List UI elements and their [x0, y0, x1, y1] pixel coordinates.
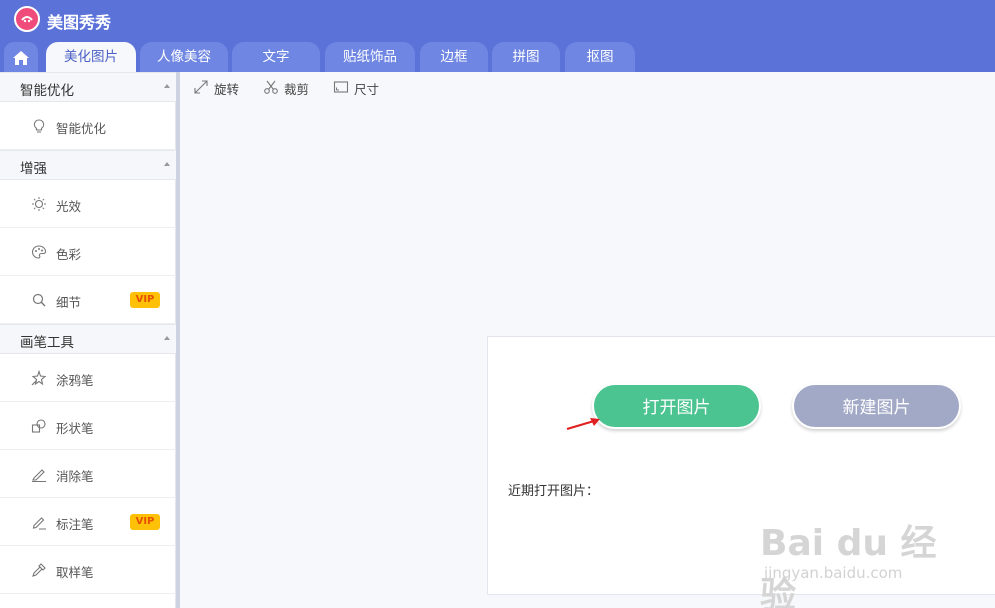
- sidebar-item-label: 涂鸦笔: [56, 373, 94, 388]
- home-icon: [13, 51, 29, 65]
- sidebar-item-doodle-pen[interactable]: 涂鸦笔: [0, 354, 176, 402]
- sidebar-item-label: 取样笔: [56, 565, 94, 580]
- home-tab[interactable]: [4, 42, 38, 72]
- palette-icon: [31, 245, 47, 259]
- baidu-jingyan-watermark: Bai du 经验 jingyan.baidu.com: [760, 500, 960, 608]
- sidebar-item-light[interactable]: 光效: [0, 180, 176, 228]
- tab-collage[interactable]: 拼图: [492, 42, 560, 72]
- recent-images-label: 近期打开图片：: [508, 484, 600, 499]
- crop-button[interactable]: 裁剪: [263, 78, 313, 97]
- sidebar-item-label: 标注笔: [56, 517, 94, 532]
- bulb-icon: [33, 119, 45, 133]
- sidebar-item-label: 消除笔: [56, 469, 94, 484]
- new-image-button[interactable]: 新建图片: [792, 383, 961, 429]
- rotate-label: 旋转: [214, 82, 240, 97]
- size-button[interactable]: 尺寸: [333, 78, 383, 97]
- sidebar-item-smart-optimize[interactable]: 智能优化: [0, 102, 176, 150]
- collapse-caret-icon: [164, 162, 170, 166]
- sidebar-item-color[interactable]: 色彩: [0, 228, 176, 276]
- vip-badge: VIP: [130, 292, 160, 308]
- sparkle-brush-icon: [31, 370, 47, 386]
- sidebar-item-eraser-pen[interactable]: 消除笔: [0, 450, 176, 498]
- tab-beautify[interactable]: 美化图片: [46, 42, 136, 72]
- sidebar-item-label: 色彩: [56, 247, 82, 262]
- sidebar-item-marker-pen[interactable]: 标注笔 VIP: [0, 498, 176, 546]
- section-title: 增强: [20, 161, 47, 177]
- sidebar-item-label: 形状笔: [56, 421, 94, 436]
- sidebar-item-detail[interactable]: 细节 VIP: [0, 276, 176, 324]
- tab-stickers[interactable]: 贴纸饰品: [325, 42, 415, 72]
- sidebar-item-label: 细节: [56, 295, 82, 310]
- annotation-arrow-icon: [566, 418, 600, 431]
- sidebar-item-label: 光效: [56, 199, 82, 214]
- tab-portrait[interactable]: 人像美容: [140, 42, 228, 72]
- section-header-brush-tools[interactable]: 画笔工具: [0, 324, 176, 354]
- sun-icon: [32, 197, 46, 211]
- vip-badge: VIP: [130, 514, 160, 530]
- title-bar: [0, 0, 995, 40]
- watermark-url: jingyan.baidu.com: [764, 564, 903, 582]
- section-title: 智能优化: [20, 83, 74, 99]
- marker-pen-icon: [32, 517, 46, 530]
- sidebar: 智能优化 智能优化 增强 光效 色彩 细节 VIP 画笔工具 涂鸦笔 形状笔 消…: [0, 72, 176, 608]
- section-title: 画笔工具: [20, 335, 74, 351]
- tab-cutout[interactable]: 抠图: [565, 42, 635, 72]
- rotate-button[interactable]: 旋转: [193, 78, 243, 97]
- sidebar-splitter[interactable]: [176, 72, 180, 608]
- sidebar-item-sampling-pen[interactable]: 取样笔: [0, 546, 176, 594]
- app-logo-icon: [14, 6, 40, 32]
- shapes-icon: [31, 419, 46, 433]
- crop-label: 裁剪: [284, 82, 310, 97]
- dropper-icon: [32, 563, 46, 577]
- eraser-pen-icon: [32, 469, 46, 482]
- magnifier-icon: [32, 293, 46, 307]
- tab-text[interactable]: 文字: [232, 42, 320, 72]
- section-header-smart[interactable]: 智能优化: [0, 72, 176, 102]
- tab-frames[interactable]: 边框: [420, 42, 488, 72]
- resize-icon: [333, 81, 349, 93]
- collapse-caret-icon: [164, 336, 170, 340]
- rotate-icon: [194, 80, 208, 94]
- section-header-enhance[interactable]: 增强: [0, 150, 176, 180]
- open-image-button[interactable]: 打开图片: [592, 383, 761, 429]
- sidebar-item-label: 智能优化: [56, 121, 107, 136]
- sidebar-item-shape-pen[interactable]: 形状笔: [0, 402, 176, 450]
- watermark-brand: Bai du 经验: [760, 523, 937, 608]
- collapse-caret-icon: [164, 84, 170, 88]
- size-label: 尺寸: [354, 82, 380, 97]
- app-title: 美图秀秀: [47, 13, 112, 32]
- scissors-icon: [264, 80, 278, 94]
